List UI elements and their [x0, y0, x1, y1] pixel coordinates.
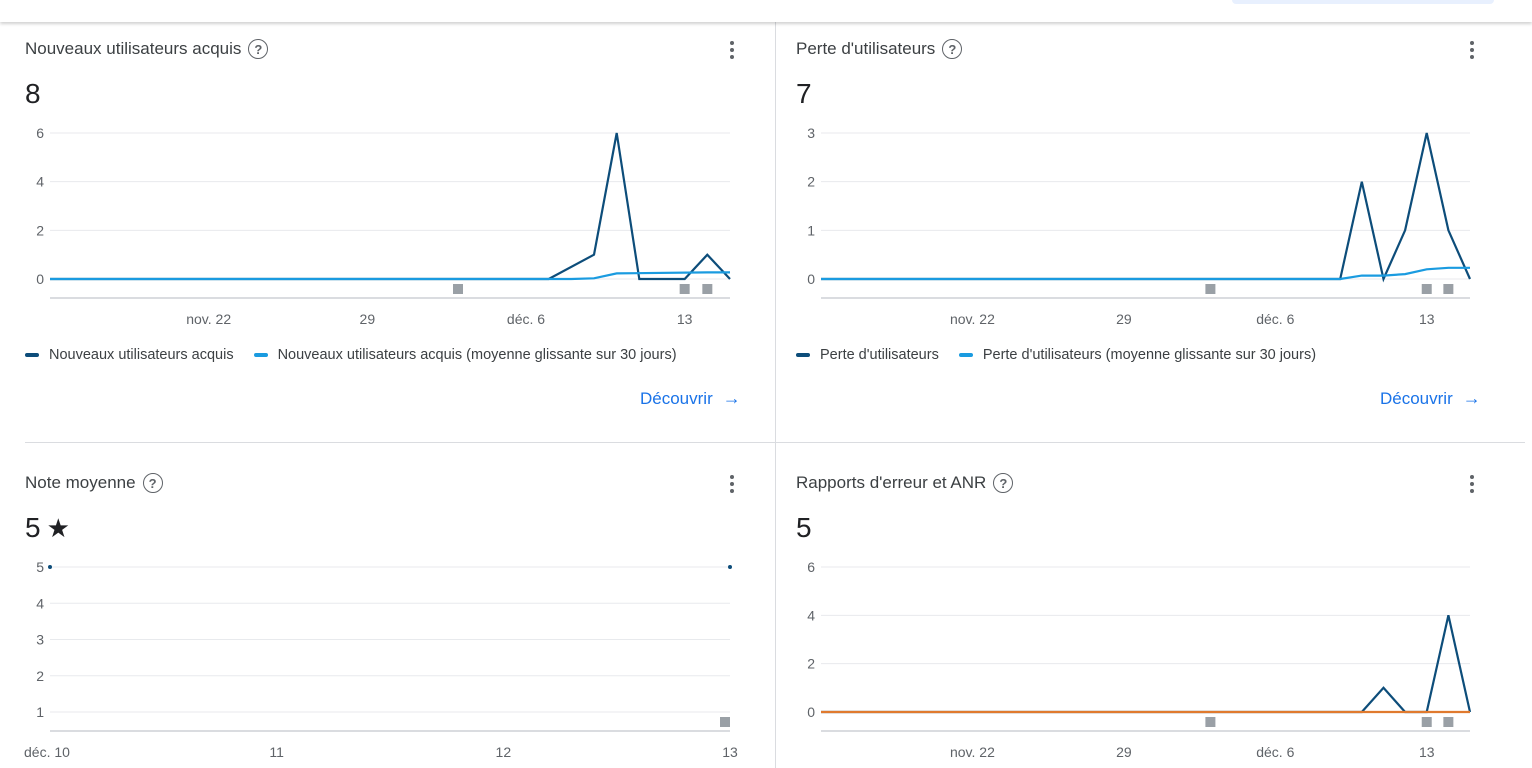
card-crash-reports: Rapports d'erreur et ANR ? 5 0 2 4 6 nov. 22…	[796, 472, 1506, 768]
y-tick-label: 0	[807, 704, 815, 720]
x-tick-label: déc. 6	[1256, 744, 1294, 760]
chart-crash-reports: 0 2 4 6 nov. 22 29 déc. 6 13	[807, 559, 1472, 760]
x-tick-label: 13	[1419, 744, 1435, 760]
top-toolbar	[0, 0, 1532, 22]
y-tick-label: 4	[807, 607, 815, 623]
x-tick-label: nov. 22	[950, 744, 995, 760]
release-marker	[1443, 717, 1454, 727]
toolbar-chip[interactable]	[1232, 0, 1494, 4]
y-tick-label: 6	[807, 559, 815, 575]
release-marker	[1205, 717, 1216, 727]
release-marker	[1421, 717, 1432, 727]
y-tick-label: 2	[807, 656, 815, 672]
x-tick-label: 29	[1116, 744, 1132, 760]
